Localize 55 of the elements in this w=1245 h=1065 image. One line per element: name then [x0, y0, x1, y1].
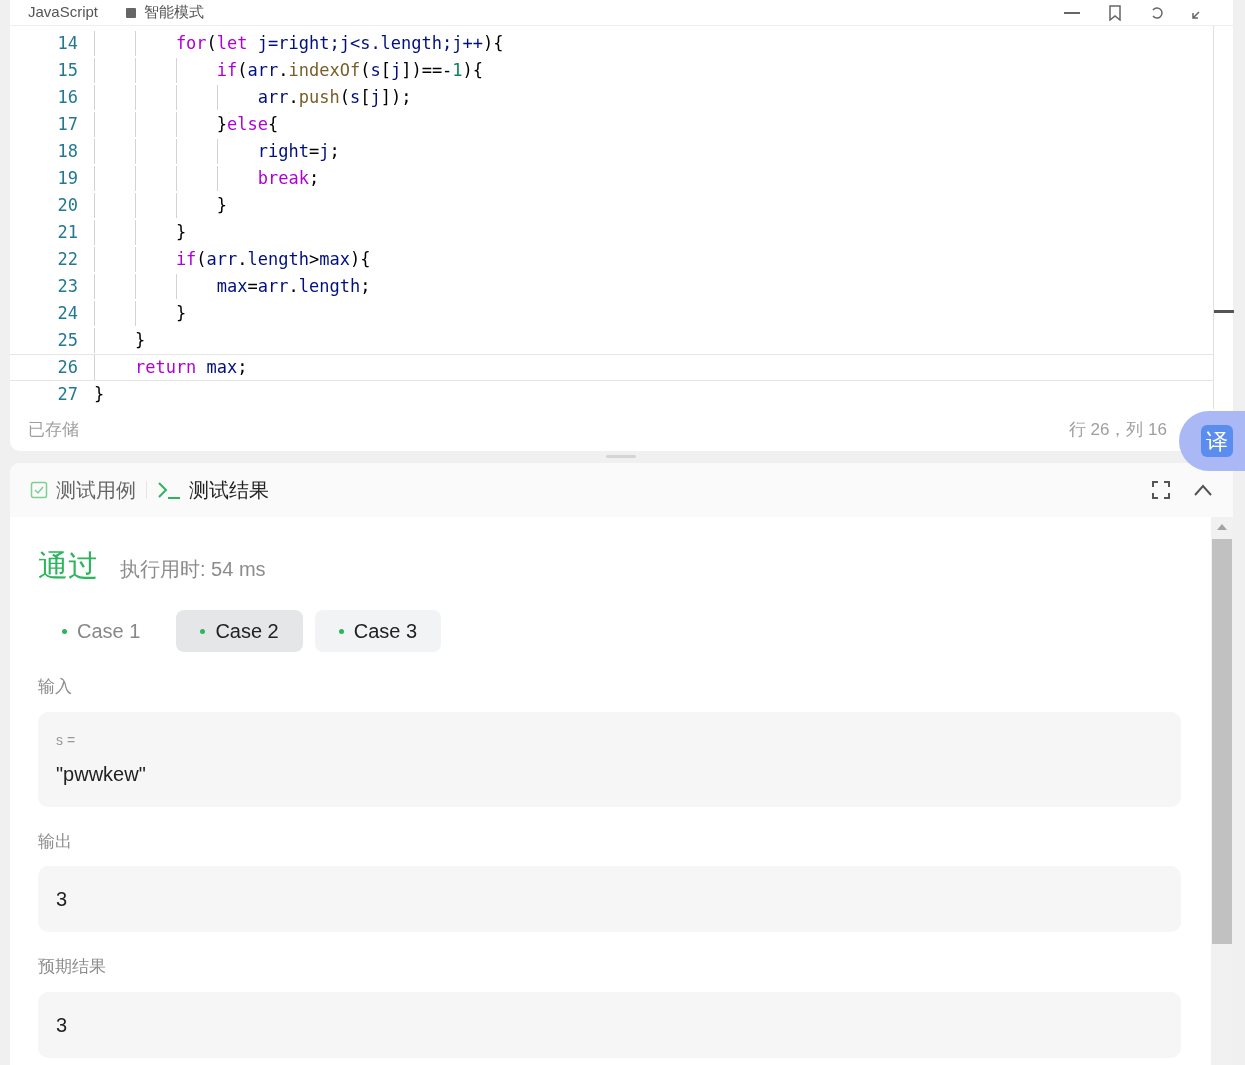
line-number: 24 [56, 301, 79, 325]
variable-label: s = [56, 730, 77, 750]
cursor-position: 行 26，列 16 [1068, 419, 1167, 442]
code-area[interactable]: 14 for(let j=right;j<s.length;j++){ 15 if(arr.indexOf(s[j])==-1){ 16 arr.push(s[j]); 17 }else{ 18 right=j; 19 break; 20 } 21 } 22 if(arr.length>max){ 23 max=arr.length; 24 } 25 } 26 return max; 27 } [10, 26, 1213, 409]
code-line: } [133, 329, 146, 352]
panel-tab[interactable]: 测试用例 [30, 475, 136, 505]
section-label: 预期结果 [38, 956, 107, 978]
value-text: 3 [56, 887, 69, 912]
case-tab[interactable]: Case 2 [176, 610, 303, 652]
mode-toggle[interactable]: 智能模式 [126, 1, 205, 24]
fullscreen-icon[interactable] [1151, 480, 1171, 500]
undo-icon[interactable] [1149, 4, 1165, 21]
line-number: 25 [56, 328, 79, 352]
code-line: if(arr.indexOf(s[j])==-1){ [215, 59, 484, 82]
runtime-text: 执行用时: 54 ms [120, 557, 266, 582]
code-line: } [94, 383, 105, 406]
section-label: 输入 [38, 676, 73, 698]
line-number: 15 [56, 58, 79, 82]
line-number: 27 [56, 382, 79, 406]
code-line: } [215, 194, 228, 217]
result-status: 通过 [38, 548, 98, 584]
collapse-icon[interactable] [1193, 483, 1213, 497]
language-dropdown[interactable]: JavaScript [28, 1, 99, 24]
line-number: 18 [56, 139, 79, 163]
ruler-mark [1214, 310, 1234, 313]
code-line: } [174, 221, 187, 244]
code-line: for(let j=right;j<s.length;j++){ [174, 32, 504, 55]
value-text: 3 [56, 1012, 69, 1038]
code-line: } [174, 302, 187, 325]
line-number: 17 [56, 112, 79, 136]
code-line: if(arr.length>max){ [174, 248, 371, 271]
checkbox-icon [30, 481, 48, 499]
value-text: "pwwkew" [56, 761, 147, 787]
line-number: 26 [56, 355, 79, 379]
line-number: 16 [56, 85, 79, 109]
line-number: 23 [56, 274, 79, 298]
line-number: 19 [56, 166, 79, 190]
save-status: 已存储 [28, 419, 79, 442]
line-number: 22 [56, 247, 79, 271]
case-tab[interactable]: Case 1 [38, 610, 165, 652]
code-line: right=j; [256, 140, 340, 163]
code-line: break; [256, 167, 320, 190]
line-number: 14 [56, 31, 79, 55]
panel-tab[interactable]: 测试结果 [157, 475, 269, 505]
line-number: 20 [56, 193, 79, 217]
code-line: max=arr.length; [215, 275, 371, 298]
section-label: 输出 [38, 830, 73, 853]
line-number: 21 [56, 220, 79, 244]
case-tab[interactable]: Case 3 [314, 610, 442, 652]
code-line: arr.push(s[j]); [256, 86, 412, 109]
code-line: return max; [133, 356, 248, 379]
scrollbar[interactable] [1211, 517, 1233, 1065]
bookmark-icon[interactable] [1107, 4, 1123, 21]
code-line: }else{ [215, 113, 279, 136]
terminal-icon [157, 480, 181, 500]
